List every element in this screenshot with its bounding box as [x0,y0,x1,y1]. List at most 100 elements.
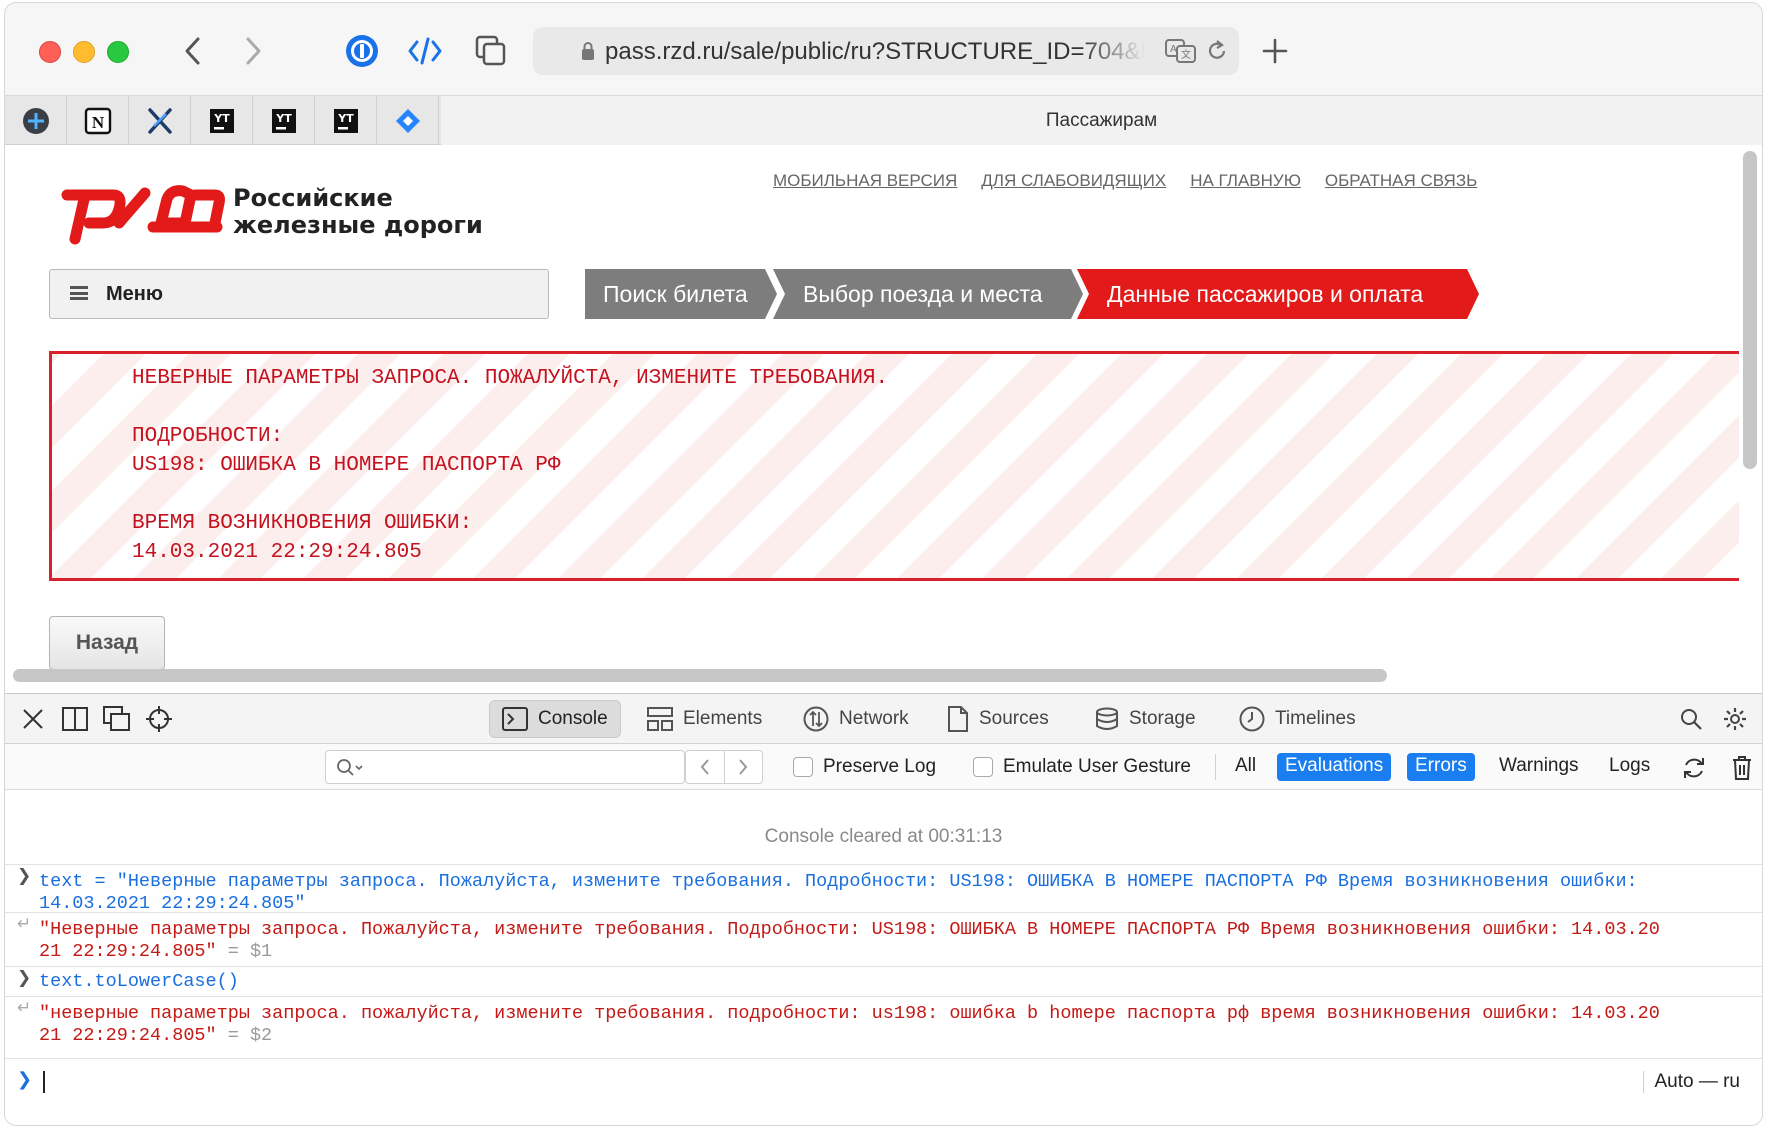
pinned-tab[interactable] [377,96,439,145]
preserve-log-checkbox[interactable]: Preserve Log [793,756,936,778]
tab-storage-label: Storage [1129,708,1196,729]
tab-active[interactable]: Пассажирам [441,96,1762,145]
horizontal-scrollbar[interactable] [13,669,1387,682]
filter-logs[interactable]: Logs [1601,753,1658,781]
entry-line: text = "Неверные параметры запроса. Пожа… [39,871,1638,892]
vertical-scrollbar[interactable] [1743,151,1757,469]
timelines-icon [1239,706,1265,732]
emulate-gesture-label: Emulate User Gesture [1003,756,1191,777]
pinned-tab[interactable]: YT [315,96,377,145]
forward-icon[interactable] [233,31,273,71]
error-time-label: ВРЕМЯ ВОЗНИКНОВЕНИЯ ОШИБКИ: [132,512,473,535]
filter-next-icon[interactable] [725,751,763,783]
close-icon[interactable] [17,703,49,735]
error-text: НЕВЕРНЫЕ ПАРАМЕТРЫ ЗАПРОСА. ПОЖАЛУЙСТА, … [132,364,888,567]
step-ticket-search[interactable]: Поиск билета [585,269,777,319]
console-input-entry[interactable]: ❯ text = "Неверные параметры запроса. По… [5,864,1762,914]
console-output: Console cleared at 00:31:13 ❯ text = "Не… [5,790,1762,1125]
filter-prev-icon[interactable] [686,751,725,783]
console-filter-input[interactable] [325,750,685,784]
console-input-entry[interactable]: ❯ text.toLowerCase() [5,966,1762,996]
gear-icon[interactable] [1719,703,1751,735]
translate-icon[interactable]: A文 [1165,37,1197,65]
tab-elements[interactable]: Elements [635,700,774,738]
filter-all[interactable]: All [1227,753,1264,781]
error-details: US198: ОШИБКА В НОМЕРЕ ПАСПОРТА РФ [132,454,561,477]
link-home[interactable]: НА ГЛАВНУЮ [1190,171,1301,191]
trash-icon[interactable] [1727,753,1757,783]
console-cleared-message: Console cleared at 00:31:13 [764,826,1003,847]
console-result-entry[interactable]: ↵ "Неверные параметры запроса. Пожалуйст… [5,912,1762,966]
entry-line: text.toLowerCase() [39,971,239,992]
storage-icon [1096,707,1118,730]
emulate-gesture-checkbox[interactable]: Emulate User Gesture [973,756,1191,778]
tab-network[interactable]: Network [791,700,921,738]
detach-window-icon[interactable] [101,703,133,735]
pinned-tab[interactable]: YT [253,96,315,145]
search-icon[interactable] [1675,703,1707,735]
entry-line: "неверные параметры запроса. пожалуйста,… [39,1003,1660,1024]
link-feedback[interactable]: ОБРАТНАЯ СВЯЗЬ [1325,171,1477,191]
rzd-logo[interactable] [61,173,225,245]
close-window-button[interactable] [39,41,61,63]
error-details-label: ПОДРОБНОСТИ: [132,425,284,448]
tab-timelines-label: Timelines [1275,708,1356,729]
minimize-window-button[interactable] [73,41,95,63]
entry-line: 21 22:29:24.805" [39,941,217,962]
console-prompt[interactable]: ❯ Auto — ru [5,1058,1762,1102]
step-train-seat[interactable]: Выбор поезда и места [773,269,1083,319]
new-tab-icon[interactable] [1255,31,1295,71]
pinned-tab[interactable]: N [67,96,129,145]
step-passenger-payment[interactable]: Данные пассажиров и оплата [1077,269,1479,319]
pinned-tab[interactable] [5,96,67,145]
element-picker-icon[interactable] [143,703,175,735]
preserve-log-label: Preserve Log [823,756,937,777]
logo-text-line1: Российские [233,184,393,212]
execution-context-selector[interactable]: Auto — ru [1643,1071,1740,1093]
tab-sources[interactable]: Sources [935,700,1061,738]
error-message-box: НЕВЕРНЫЕ ПАРАМЕТРЫ ЗАПРОСА. ПОЖАЛУЙСТА, … [49,351,1739,581]
url-text: pass.rzd.ru/sale/public/ru?STRUCTURE_ID=… [605,38,1145,65]
text-cursor [43,1071,45,1093]
elements-icon [647,707,673,731]
menu-button[interactable]: Меню [49,269,549,319]
top-links: МОБИЛЬНАЯ ВЕРСИЯ ДЛЯ СЛАБОВИДЯЩИХ НА ГЛА… [773,171,1477,191]
password-manager-icon[interactable] [342,31,382,71]
link-visually-impaired[interactable]: ДЛЯ СЛАБОВИДЯЩИХ [981,171,1166,191]
back-icon[interactable] [173,31,213,71]
tab-console[interactable]: Console [489,700,621,738]
filter-search-icon [337,759,363,776]
zoom-window-button[interactable] [107,41,129,63]
tab-overview-icon[interactable] [471,31,511,71]
tab-timelines[interactable]: Timelines [1227,700,1368,738]
result-arrow-icon: ↵ [17,998,32,1018]
back-button[interactable]: Назад [49,616,165,670]
link-mobile-version[interactable]: МОБИЛЬНАЯ ВЕРСИЯ [773,171,957,191]
web-inspector: Console Elements Network Sources Storage… [5,693,1762,1125]
pinned-tab[interactable] [129,96,191,145]
console-filter-bar: Preserve Log Emulate User Gesture All Ev… [5,744,1762,790]
reload-console-icon[interactable] [1679,753,1709,783]
result-reference: = $1 [227,941,273,962]
network-icon [803,706,829,732]
error-line: НЕВЕРНЫЕ ПАРАМЕТРЫ ЗАПРОСА. ПОЖАЛУЙСТА, … [132,367,889,390]
tab-network-label: Network [839,708,909,729]
pinned-tab[interactable]: YT [191,96,253,145]
menu-label: Меню [106,283,163,305]
svg-text:YT: YT [213,112,230,125]
tab-title: Пассажирам [1045,109,1158,131]
dock-side-icon[interactable] [59,703,91,735]
filter-warnings[interactable]: Warnings [1491,753,1587,781]
address-bar[interactable]: pass.rzd.ru/sale/public/ru?STRUCTURE_ID=… [533,27,1239,75]
console-result-entry[interactable]: ↵ "неверные параметры запроса. пожалуйст… [5,996,1762,1050]
filter-errors[interactable]: Errors [1407,753,1475,781]
svg-text:文: 文 [1181,48,1191,61]
tab-console-label: Console [538,708,608,729]
reload-icon[interactable] [1205,37,1229,65]
filter-evaluations[interactable]: Evaluations [1277,753,1392,781]
tab-storage[interactable]: Storage [1083,700,1208,738]
input-chevron-icon: ❯ [17,866,32,886]
input-chevron-icon: ❯ [17,968,32,988]
developer-tools-icon[interactable] [405,31,445,71]
tab-sources-label: Sources [979,708,1049,729]
